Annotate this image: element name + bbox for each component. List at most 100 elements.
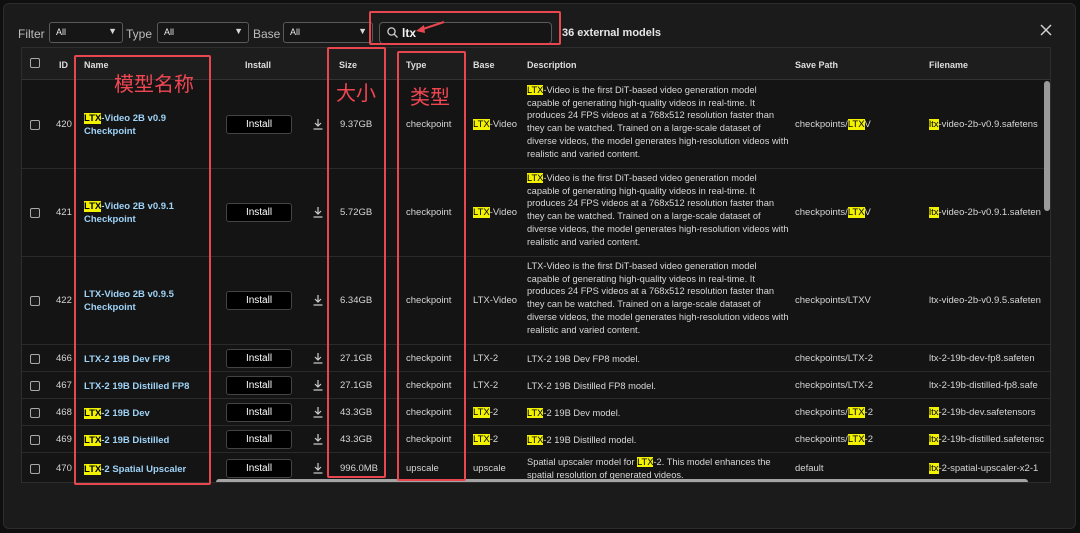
model-base: upscale [473,463,506,474]
install-button[interactable]: Install [226,402,292,422]
search-highlight: ltx [929,433,939,445]
install-button[interactable]: Install [226,348,292,368]
search-highlight: LTX [527,85,544,95]
text-segment: -2-19b-distilled.safetensc [938,433,1045,445]
save-path: checkpoints/LTX-2 [795,433,873,445]
col-install: Install [245,60,272,70]
search-highlight: LTX [527,173,544,183]
save-path: checkpoints/LTX-2 [795,406,873,418]
install-button[interactable]: Install [226,203,292,222]
filter-select-value: All [56,27,67,37]
text-segment: checkpoints/ [795,433,848,445]
text-segment: LTX-Video [473,295,518,306]
download-icon[interactable] [312,294,324,306]
row-checkbox[interactable] [30,208,40,218]
base-select[interactable]: All ▼ [283,22,373,43]
model-base: LTX-2 [473,406,498,418]
filter-select[interactable]: All ▼ [49,22,123,43]
filename: ltx-video-2b-v0.9.1.safeten [929,207,1041,218]
install-button[interactable]: Install [226,458,292,478]
model-description: LTX-Video is the first DiT-based video g… [527,84,789,160]
text-segment: -Video is the first DiT-based video gene… [527,173,789,247]
search-highlight: LTX [527,407,544,418]
col-base: Base [473,60,495,70]
row-checkbox[interactable] [30,120,40,130]
row-id: 421 [56,207,72,218]
search-highlight: LTX [847,406,865,418]
row-id: 468 [56,406,72,418]
search-highlight: LTX [473,406,490,418]
annotation-box-type [397,51,466,481]
text-segment: default [795,462,824,474]
annotation-label-name: 模型名称 [114,74,194,96]
save-path: checkpoints/LTXV [795,119,871,130]
row-checkbox[interactable] [30,353,40,364]
model-description: LTX-2 19B Distilled model. [527,434,789,447]
text-segment: -2 19B Distilled model. [543,434,637,445]
vertical-scrollbar[interactable] [1044,81,1050,211]
row-checkbox[interactable] [30,380,40,391]
download-icon[interactable] [312,118,324,130]
text-segment: checkpoints/LTXV [795,295,871,306]
text-segment: -2 [864,406,873,418]
text-segment: LTX-2 [473,352,499,364]
download-icon[interactable] [312,379,324,391]
row-id: 422 [56,295,72,306]
model-base: LTX-2 [473,353,498,364]
install-button[interactable]: Install [226,291,292,310]
download-icon[interactable] [312,206,324,218]
annotation-box-search [369,11,561,45]
filename: ltx-2-spatial-upscaler-x2-1 [929,462,1038,474]
filename: ltx-2-19b-distilled.safetensc [929,433,1045,445]
text-segment: -2 [864,433,873,445]
text-segment: -Video is the first DiT-based video gene… [527,85,789,159]
chevron-down-icon: ▼ [234,26,243,36]
download-icon[interactable] [312,462,324,474]
row-checkbox[interactable] [30,434,40,445]
search-highlight: LTX [847,119,865,130]
text-segment: upscale [473,462,506,474]
filename: ltx-2-19b-dev-fp8.safeten [929,353,1035,364]
search-highlight: ltx [929,462,939,474]
save-path: checkpoints/LTX-2 [795,353,873,364]
search-highlight: LTX [847,433,865,445]
search-highlight: ltx [929,406,939,418]
row-checkbox[interactable] [30,463,40,474]
type-select[interactable]: All ▼ [157,22,249,43]
text-segment: -video-2b-v0.9.safetens [938,119,1038,130]
model-description: LTX-2 19B Dev FP8 model. [527,353,789,366]
row-checkbox[interactable] [30,296,40,306]
close-icon[interactable] [1039,23,1053,37]
select-all-checkbox[interactable] [30,58,40,68]
text-segment: V [864,207,871,218]
row-checkbox[interactable] [30,407,40,418]
search-highlight: LTX [847,207,865,218]
search-highlight: LTX [473,433,490,445]
download-icon[interactable] [312,433,324,445]
download-icon[interactable] [312,352,324,364]
text-segment: checkpoints/ [795,207,848,218]
text-segment: checkpoints/LTX-2 [795,352,873,364]
base-label: Base [253,27,281,41]
row-id: 420 [56,119,72,130]
download-icon[interactable] [312,406,324,418]
text-segment: ltx-video-2b-v0.9.5.safeten [929,295,1041,306]
install-button[interactable]: Install [226,429,292,449]
text-segment: -2 [489,433,499,445]
annotation-box-size [327,47,386,478]
model-base: LTX-2 [473,380,498,391]
install-button[interactable]: Install [226,375,292,395]
text-segment: LTX-Video is the first DiT-based video g… [527,261,789,335]
horizontal-scrollbar[interactable] [216,479,1028,482]
text-segment: Spatial upscaler model for [527,457,638,467]
model-description: Spatial upscaler model for LTX-2. This m… [527,456,789,481]
result-count: 36 external models [562,27,662,39]
type-select-value: All [164,27,175,37]
search-highlight: LTX [473,119,490,130]
model-base: LTX-Video [473,207,517,218]
text-segment: LTX-2 19B Dev FP8 model. [527,353,640,364]
chevron-down-icon: ▼ [108,26,117,36]
text-segment: -Video [489,207,518,218]
text-segment: V [864,119,871,130]
install-button[interactable]: Install [226,115,292,134]
